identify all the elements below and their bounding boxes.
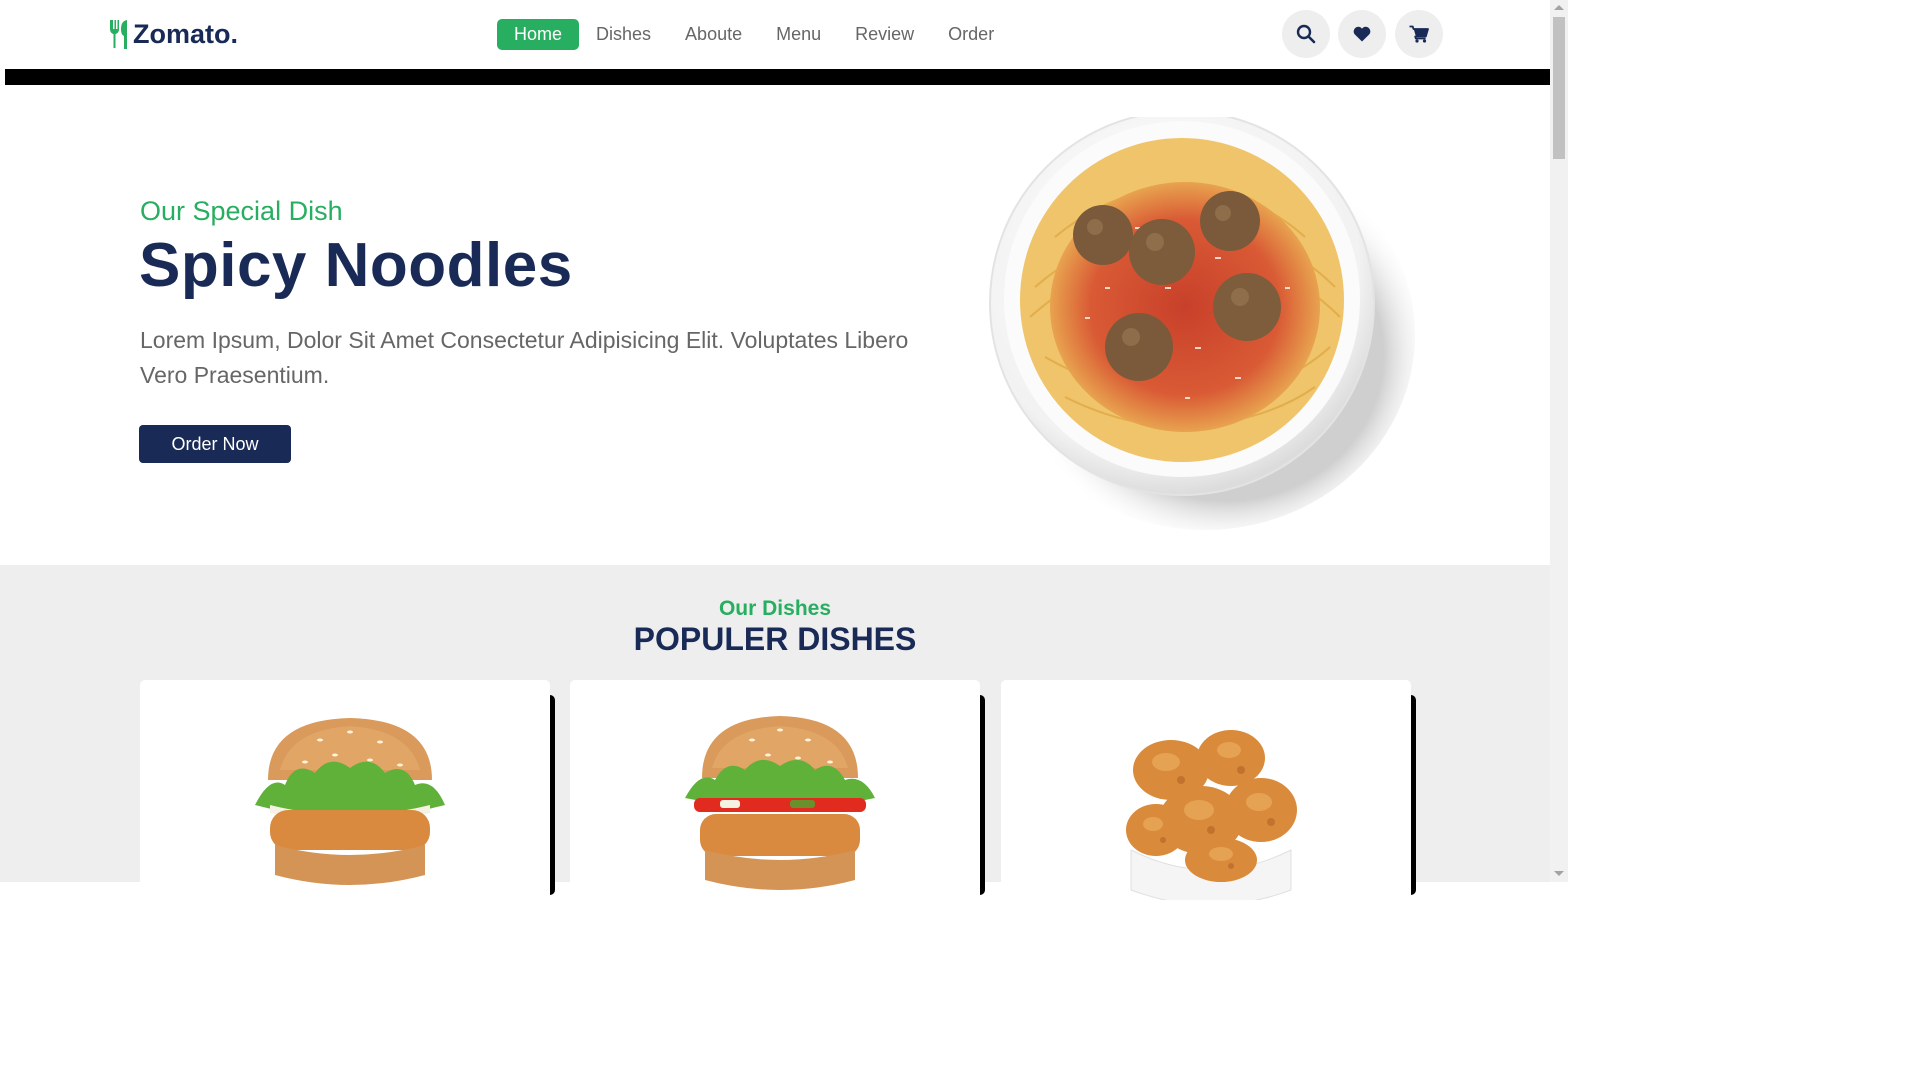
fried-chicken-image [1126,730,1297,900]
cart-button[interactable] [1395,10,1443,58]
nav-order[interactable]: Order [931,19,1011,50]
scroll-down-arrow[interactable] [1554,871,1564,876]
dishes-section: Our Dishes POPULER DISHES [0,565,1550,900]
heart-icon [1353,26,1371,42]
utensils-icon [110,20,127,49]
cart-icon [1409,25,1429,43]
brand-name: Zomato. [133,18,238,49]
order-now-button[interactable]: Order Now [139,425,291,463]
nav-about[interactable]: Aboute [668,19,759,50]
page-scrollbar[interactable] [1550,0,1568,882]
chicken-burger-image [255,718,445,885]
main-nav: Home Dishes Aboute Menu Review Order [497,19,1011,50]
dish-card-chicken-burger[interactable] [140,680,550,900]
hero-section: Our Special Dish Spicy Noodles Lorem Ips… [0,85,1550,565]
dish-card-veggie-burger[interactable] [570,680,980,900]
favorites-button[interactable] [1338,10,1386,58]
dish-card-fried-chicken[interactable] [1001,680,1411,900]
dishes-subtitle: Our Dishes [718,597,832,620]
hero-title: Spicy Noodles [139,231,573,300]
hero-subtitle: Our Special Dish [140,196,343,226]
dishes-title: POPULER DISHES [633,621,917,657]
nav-home[interactable]: Home [497,19,580,50]
search-icon [1296,24,1316,44]
search-button[interactable] [1282,10,1330,58]
nav-menu[interactable]: Menu [759,19,838,50]
nav-dishes[interactable]: Dishes [579,19,668,50]
veggie-burger-image [685,716,875,890]
brand-logo[interactable]: Zomato. [108,17,238,51]
scroll-thumb[interactable] [1553,17,1565,159]
nav-review[interactable]: Review [838,19,931,50]
header-divider [5,69,1550,85]
hero-description: Lorem Ipsum, Dolor Sit Amet Consectetur … [140,327,909,388]
site-header: Zomato. Home Dishes Aboute Menu Review O… [0,0,1550,69]
spaghetti-bowl-image [989,117,1415,530]
scroll-up-arrow[interactable] [1554,5,1564,10]
